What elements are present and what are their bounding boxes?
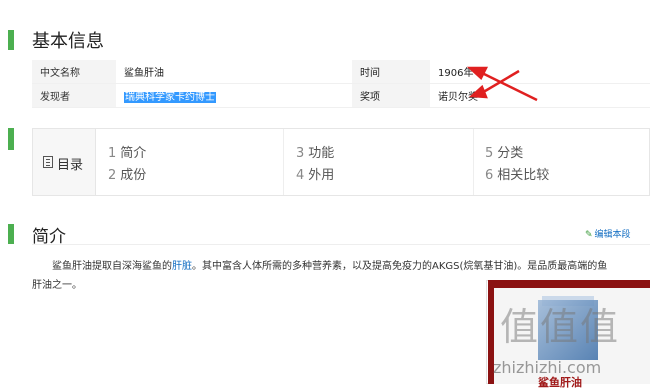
toc-header: 目录 <box>33 129 96 195</box>
toc-item[interactable]: 4 外用 <box>296 165 334 187</box>
product-label: 鲨鱼肝油 <box>538 376 582 389</box>
pencil-icon: ✎ <box>585 230 593 240</box>
toc-divider <box>473 129 474 195</box>
toc-item[interactable]: 1 简介 <box>108 143 146 165</box>
edit-section-link[interactable]: ✎ 编辑本段 <box>585 227 631 240</box>
toc-column: 3 功能 4 外用 <box>296 143 334 187</box>
section-marker <box>8 128 14 150</box>
arrowhead <box>466 66 489 81</box>
liver-link[interactable]: 肝脏 <box>172 261 192 272</box>
toc-item[interactable]: 3 功能 <box>296 143 334 165</box>
toc-item[interactable]: 5 分类 <box>485 143 549 165</box>
section-marker <box>8 224 14 244</box>
toc-label: 目录 <box>57 158 84 173</box>
table-of-contents: 目录 1 简介 2 成份 3 功能 4 外用 5 分类 6 相关比较 <box>32 128 650 196</box>
divider <box>32 244 650 245</box>
toc-column: 1 简介 2 成份 <box>108 143 146 187</box>
intro-paragraph-line2: 肝油之一。 <box>32 280 82 291</box>
arrowhead <box>468 84 488 99</box>
toc-divider <box>283 129 284 195</box>
watermark-logo: 值值值 <box>500 305 621 349</box>
toc-item[interactable]: 2 成份 <box>108 165 146 187</box>
toc-column: 5 分类 6 相关比较 <box>485 143 549 187</box>
intro-paragraph: 鲨鱼肝油提取自深海鲨鱼的肝脏。其中富含人体所需的多种营养素，以及提高免疫力的AK… <box>52 261 608 272</box>
list-icon <box>43 156 53 168</box>
toc-item[interactable]: 6 相关比较 <box>485 165 549 187</box>
